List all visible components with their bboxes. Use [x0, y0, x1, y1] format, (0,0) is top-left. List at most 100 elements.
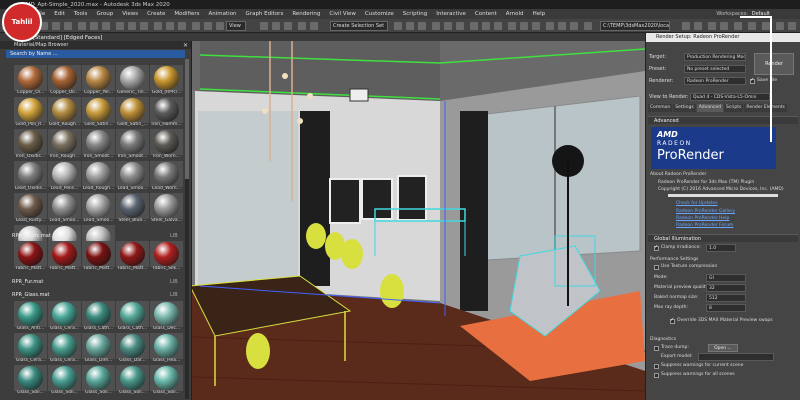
menu-item-edit[interactable]: Edit: [54, 11, 65, 17]
material-swatch[interactable]: Iron_Smoot...: [82, 129, 115, 160]
render-button[interactable]: Render: [754, 53, 794, 75]
toolbar-tool-icon[interactable]: [52, 22, 60, 30]
toolbar-tool-icon[interactable]: [394, 22, 402, 30]
material-swatch[interactable]: Glass_Cera...: [48, 301, 81, 332]
trace-dump-checkbox[interactable]: [654, 346, 659, 351]
toolbar-tool-icon[interactable]: [570, 22, 578, 30]
group-glass[interactable]: RPR_Glass.mat LIB: [12, 292, 178, 298]
clamp-checkbox[interactable]: [654, 244, 659, 251]
toolbar-tool-icon[interactable]: [204, 22, 212, 30]
toolbar-tool-icon[interactable]: [532, 22, 540, 30]
menu-item-create[interactable]: Create: [147, 11, 165, 17]
toolbar-tool-icon[interactable]: [418, 22, 426, 30]
menu-item-views[interactable]: Views: [122, 11, 138, 17]
toolbar-tool-icon[interactable]: [558, 22, 566, 30]
material-search-input[interactable]: Search by Name ...: [6, 50, 185, 58]
suppress-current-checkbox[interactable]: [654, 364, 659, 369]
toolbar-tool-icon[interactable]: [748, 22, 756, 30]
maxray-input[interactable]: 8: [706, 304, 746, 312]
toolbar-tool-icon[interactable]: [102, 22, 110, 30]
link-check-updates[interactable]: Check for Updates: [676, 201, 718, 206]
material-swatch[interactable]: Glass_Cath...: [116, 301, 149, 332]
material-swatch[interactable]: Iron_Hamm...: [150, 97, 183, 128]
material-swatch[interactable]: Lead_Polis...: [48, 161, 81, 192]
material-swatch[interactable]: Glass_Cath...: [82, 301, 115, 332]
menu-item-tools[interactable]: Tools: [74, 11, 88, 17]
clamp-input[interactable]: 1.0: [706, 244, 736, 252]
material-swatch[interactable]: Gold_Satin_...: [116, 97, 149, 128]
toolbar-tool-icon[interactable]: [470, 22, 478, 30]
toolbar-tool-icon[interactable]: [482, 22, 490, 30]
material-swatch[interactable]: Gold_Rough...: [48, 97, 81, 128]
material-swatch[interactable]: Fabric_Matt...: [116, 241, 149, 272]
menu-item-rendering[interactable]: Rendering: [292, 11, 320, 17]
toolbar-tool-icon[interactable]: [310, 22, 318, 30]
tab-common[interactable]: Common: [648, 104, 673, 112]
material-swatch[interactable]: Lead_Oxidis...: [14, 161, 47, 192]
material-swatch[interactable]: Glass_Anti...: [14, 301, 47, 332]
toolbar-tool-icon[interactable]: [178, 22, 186, 30]
toolbar-tool-icon[interactable]: [694, 22, 702, 30]
toolbar-tool-icon[interactable]: [406, 22, 414, 30]
toolbar-tool-icon[interactable]: [494, 22, 502, 30]
material-swatch[interactable]: Glass_Hea...: [150, 333, 183, 364]
material-swatch[interactable]: Glass_Cera...: [48, 333, 81, 364]
export-model-field[interactable]: [698, 353, 774, 361]
toolbar-tool-icon[interactable]: [520, 22, 528, 30]
advanced-section-header[interactable]: Advanced: [648, 116, 798, 124]
target-dropdown[interactable]: Production Rendering Mode: [684, 53, 746, 61]
material-swatch[interactable]: Fabric_Matt...: [82, 241, 115, 272]
trace-open-button[interactable]: Open ...: [708, 344, 738, 352]
material-swatch[interactable]: Lead_Smoo...: [48, 193, 81, 224]
material-swatch[interactable]: Fabric_Matt...: [14, 241, 47, 272]
mode-dropdown[interactable]: GI: [706, 274, 746, 282]
material-swatch[interactable]: Lead_Smoo...: [116, 161, 149, 192]
tab-advanced[interactable]: Advanced: [696, 104, 723, 112]
toolbar-tool-icon[interactable]: [116, 22, 124, 30]
link-gallery[interactable]: Radeon ProRender Gallery: [676, 209, 735, 214]
menu-item-animation[interactable]: Animation: [209, 11, 237, 17]
toolbar-tool-icon[interactable]: [720, 22, 728, 30]
material-swatch[interactable]: Glass_Dim...: [82, 333, 115, 364]
selection-set-dropdown[interactable]: Create Selection Set: [330, 21, 388, 31]
material-swatch[interactable]: Steel_Blue...: [116, 193, 149, 224]
toolbar-tool-icon[interactable]: [508, 22, 516, 30]
material-swatch[interactable]: Lead_Rusty...: [14, 193, 47, 224]
toolbar-tool-icon[interactable]: [788, 22, 796, 30]
group-fur[interactable]: RPR_Fur.mat LIB: [12, 279, 178, 285]
menu-item-customize[interactable]: Customize: [365, 11, 394, 17]
toolbar-tool-icon[interactable]: [272, 22, 280, 30]
material-swatch[interactable]: Iron_Smoot...: [116, 129, 149, 160]
toolbar-tool-icon[interactable]: [128, 22, 136, 30]
toolbar-tool-icon[interactable]: [456, 22, 464, 30]
menu-item-help[interactable]: Help: [533, 11, 546, 17]
toolbar-tool-icon[interactable]: [734, 22, 742, 30]
material-swatch[interactable]: Copper_Oi...: [14, 65, 47, 96]
scrollbar-thumb[interactable]: [185, 59, 189, 179]
mat-preview-input[interactable]: 32: [706, 284, 746, 292]
menu-item-graph-editors[interactable]: Graph Editors: [246, 11, 284, 17]
material-swatch[interactable]: Lead_Worn...: [150, 161, 183, 192]
material-swatch[interactable]: Gold_Poli_R...: [14, 97, 47, 128]
material-swatch[interactable]: Copper_Yel...: [82, 65, 115, 96]
material-swatch[interactable]: Glass_Cera...: [14, 333, 47, 364]
save-file-checkbox[interactable]: [750, 77, 755, 84]
tab-render-elements[interactable]: Render Elements: [744, 104, 787, 112]
menu-item-scripting[interactable]: Scripting: [403, 11, 427, 17]
toolbar-tool-icon[interactable]: [298, 22, 306, 30]
toolbar-tool-icon[interactable]: [284, 22, 292, 30]
toolbar-tool-icon[interactable]: [90, 22, 98, 30]
global-illumination-header[interactable]: Global Illumination: [648, 234, 798, 242]
material-swatch[interactable]: Glass_Soli...: [116, 365, 149, 396]
menu-item-modifiers[interactable]: Modifiers: [174, 11, 199, 17]
material-browser-scrollbar[interactable]: [185, 59, 189, 399]
material-swatch[interactable]: Steel_Galva...: [150, 193, 183, 224]
toolbar-tool-icon[interactable]: [192, 22, 200, 30]
preset-dropdown[interactable]: No preset selected: [684, 65, 746, 73]
toolbar-tool-icon[interactable]: [682, 22, 690, 30]
view-to-render-dropdown[interactable]: Quad 4 - CDS-Vista-L5-Omni: [690, 93, 770, 101]
toolbar-tool-icon[interactable]: [584, 22, 592, 30]
tab-settings[interactable]: Settings: [673, 104, 696, 112]
toolbar-tool-icon[interactable]: [166, 22, 174, 30]
material-swatch[interactable]: Glass_Dec...: [150, 301, 183, 332]
